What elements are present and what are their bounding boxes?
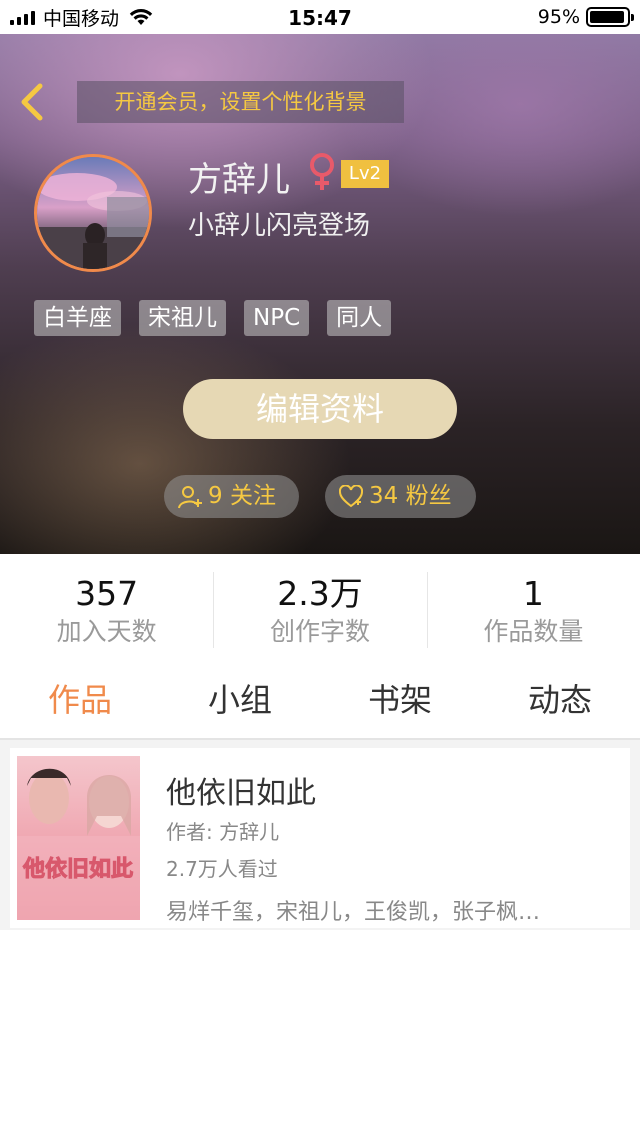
fans-label: 34 粉丝 <box>369 483 452 509</box>
tag-list: 白羊座 宋祖儿 NPC 同人 <box>34 300 392 336</box>
stat-label: 创作字数 <box>269 617 370 646</box>
tab-works[interactable]: 作品 <box>0 662 160 738</box>
fans-button[interactable]: 34 粉丝 <box>325 475 476 518</box>
username: 方辞儿 <box>188 160 290 200</box>
work-tags: 易烊千玺，宋祖儿，王俊凯，张子枫… <box>166 900 541 925</box>
stat-label: 加入天数 <box>56 617 157 646</box>
work-views: 2.7万人看过 <box>166 857 278 881</box>
stat-value: 1 <box>522 574 544 613</box>
tab-activity[interactable]: 动态 <box>480 662 640 738</box>
works-list: 他依旧如此 他依旧如此 作者: 方辞儿 2.7万人看过 易烊千玺，宋祖儿，王俊凯… <box>0 740 640 930</box>
cover-title: 他依旧如此 <box>22 856 133 882</box>
status-right: 95% <box>537 6 634 28</box>
following-button[interactable]: 9 关注 <box>164 475 299 518</box>
female-icon <box>310 153 334 190</box>
vip-background-banner[interactable]: 开通会员，设置个性化背景 <box>77 81 404 123</box>
battery-icon <box>586 7 634 27</box>
stat-value: 2.3万 <box>277 574 363 613</box>
tag-item[interactable]: 白羊座 <box>34 300 121 336</box>
tab-groups[interactable]: 小组 <box>160 662 320 738</box>
work-author: 作者: 方辞儿 <box>166 820 280 844</box>
stat-label: 作品数量 <box>483 617 584 646</box>
level-badge: Lv2 <box>341 160 389 188</box>
signature: 小辞儿闪亮登场 <box>188 211 371 241</box>
stat-days-joined[interactable]: 357 加入天数 <box>0 554 213 662</box>
tab-bookshelf[interactable]: 书架 <box>320 662 480 738</box>
tab-bar: 作品 小组 书架 动态 <box>0 662 640 740</box>
edit-profile-button[interactable]: 编辑资料 <box>183 379 457 439</box>
tag-item[interactable]: 宋祖儿 <box>139 300 226 336</box>
following-label: 9 关注 <box>208 483 276 509</box>
tag-item[interactable]: 同人 <box>327 300 392 336</box>
avatar[interactable] <box>34 154 152 272</box>
work-title[interactable]: 他依旧如此 <box>166 768 316 812</box>
heart-icon <box>339 484 363 507</box>
work-card[interactable]: 他依旧如此 他依旧如此 作者: 方辞儿 2.7万人看过 易烊千玺，宋祖儿，王俊凯… <box>10 748 630 928</box>
stat-word-count[interactable]: 2.3万 创作字数 <box>213 554 426 662</box>
stat-value: 357 <box>75 574 139 613</box>
battery-percent: 95% <box>537 6 580 28</box>
work-cover[interactable]: 他依旧如此 <box>17 756 140 920</box>
back-icon[interactable] <box>14 80 50 124</box>
status-bar: 中国移动 15:47 95% <box>0 0 640 34</box>
profile-header: 开通会员，设置个性化背景 方辞儿 Lv2 小辞儿闪亮登场 白羊座 宋祖儿 NPC… <box>0 34 640 554</box>
add-user-icon <box>178 485 202 508</box>
stats-row: 357 加入天数 2.3万 创作字数 1 作品数量 <box>0 554 640 662</box>
tag-item[interactable]: NPC <box>244 300 310 336</box>
stat-works-count[interactable]: 1 作品数量 <box>426 554 640 662</box>
